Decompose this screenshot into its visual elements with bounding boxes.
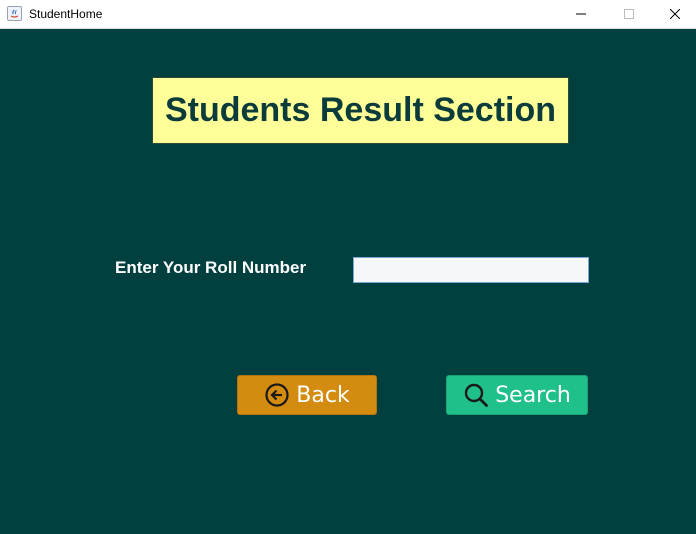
main-panel: Students Result Section Enter Your Roll … — [0, 29, 696, 534]
back-button[interactable]: Back — [237, 375, 377, 415]
search-button-label: Search — [495, 382, 571, 408]
search-icon — [465, 383, 489, 407]
window-title: StudentHome — [29, 7, 103, 21]
title-bar: StudentHome — [0, 0, 696, 29]
search-button[interactable]: Search — [446, 375, 588, 415]
back-arrow-circle-icon — [265, 383, 289, 407]
close-icon — [670, 9, 680, 19]
page-title: Students Result Section — [152, 77, 569, 144]
close-button[interactable] — [652, 0, 696, 28]
minimize-button[interactable] — [558, 0, 604, 28]
minimize-icon — [576, 13, 586, 15]
maximize-button[interactable] — [606, 0, 652, 28]
maximize-icon — [624, 9, 634, 19]
roll-number-input[interactable] — [353, 257, 589, 283]
java-icon — [7, 6, 22, 21]
back-button-label: Back — [296, 382, 350, 408]
roll-number-label: Enter Your Roll Number — [115, 258, 307, 277]
